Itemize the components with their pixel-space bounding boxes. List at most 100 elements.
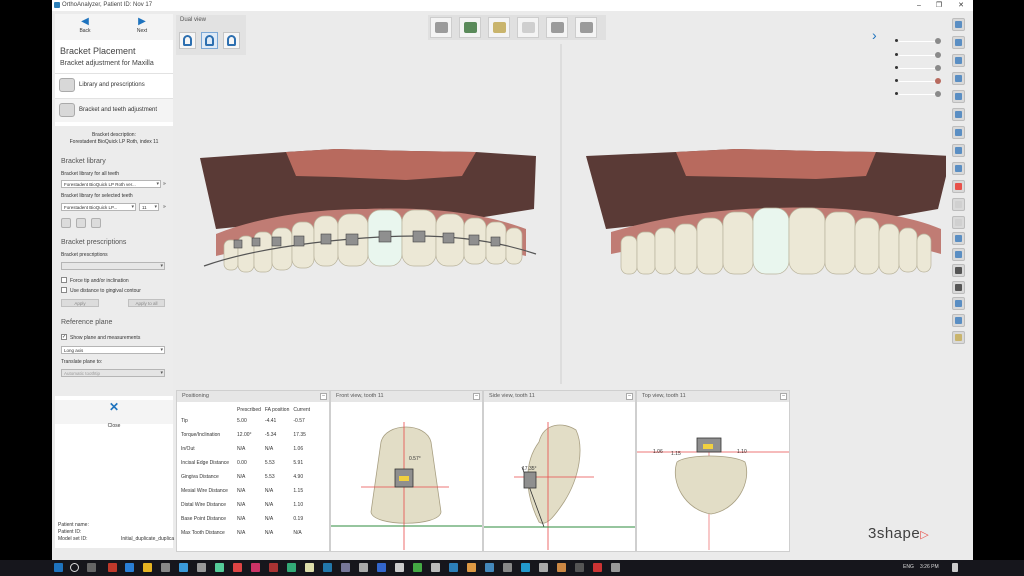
expand-icon[interactable]: » <box>163 204 166 210</box>
view-tool-15[interactable] <box>952 264 965 277</box>
view-tool-9[interactable] <box>952 162 965 175</box>
app-icon[interactable] <box>359 563 368 572</box>
slider-knob[interactable] <box>935 38 941 44</box>
app-icon[interactable] <box>521 563 530 572</box>
left-model[interactable] <box>200 149 537 273</box>
view-tool-6[interactable] <box>952 108 965 121</box>
slider-knob[interactable] <box>935 52 941 58</box>
view-tool-7[interactable] <box>952 126 965 139</box>
visibility-slider-base[interactable] <box>895 91 945 97</box>
view-tool-12[interactable] <box>952 216 965 229</box>
view-tool-14[interactable] <box>952 248 965 261</box>
model-view-button[interactable] <box>430 17 452 38</box>
tooth-view-button[interactable] <box>488 17 510 38</box>
app-icon[interactable] <box>467 563 476 572</box>
use-distance-checkbox[interactable] <box>61 287 67 293</box>
expand-icon[interactable]: » <box>163 181 166 187</box>
slider-knob[interactable] <box>935 91 941 97</box>
show-plane-checkbox[interactable]: ✓ <box>61 334 67 340</box>
next-button[interactable]: ▶ Next <box>117 16 167 40</box>
visibility-slider-brackets[interactable] <box>895 52 945 58</box>
app-icon[interactable] <box>611 563 620 572</box>
prescriptions-select[interactable]: ▾ <box>61 262 165 270</box>
wire-view-button[interactable] <box>517 17 539 38</box>
settings-view-button[interactable] <box>575 17 597 38</box>
start-icon[interactable] <box>54 563 63 572</box>
view-tool-1[interactable] <box>952 18 965 31</box>
view-tool-2[interactable] <box>952 36 965 49</box>
view-tool-4[interactable] <box>952 72 965 85</box>
library-all-select[interactable]: Forestadent BioQuick LP Roth ver... ▾ <box>61 180 161 188</box>
view-tool-16[interactable] <box>952 281 965 294</box>
app-icon[interactable] <box>233 563 242 572</box>
search-icon[interactable] <box>70 563 79 572</box>
slider-knob[interactable] <box>935 78 941 84</box>
app-icon[interactable] <box>395 563 404 572</box>
model-viewport[interactable] <box>176 44 946 384</box>
library-selected-select[interactable]: Forestadent BioQuick LP... ▾ <box>61 203 136 211</box>
apply-button[interactable]: Apply <box>61 299 99 307</box>
app-icon[interactable] <box>215 563 224 572</box>
maximize-button[interactable]: ❐ <box>932 0 946 11</box>
app-icon[interactable] <box>557 563 566 572</box>
step-adjustment[interactable]: Bracket and teeth adjustment <box>55 98 173 122</box>
gum-view-button[interactable] <box>459 17 481 38</box>
plane-type-select[interactable]: Long axis ▾ <box>61 346 165 354</box>
minimize-panel-button[interactable]: – <box>626 393 633 400</box>
view-tool-11[interactable] <box>952 198 965 211</box>
app-icon[interactable] <box>575 563 584 572</box>
explorer-icon[interactable] <box>143 563 152 572</box>
right-model[interactable] <box>586 149 946 275</box>
minimize-panel-button[interactable]: – <box>320 393 327 400</box>
app-icon[interactable] <box>485 563 494 572</box>
bracket-tool-icon[interactable] <box>61 218 71 228</box>
apply-all-button[interactable]: Apply to all <box>128 299 165 307</box>
app-icon[interactable] <box>449 563 458 572</box>
view-tool-10[interactable] <box>952 180 965 193</box>
minimize-button[interactable]: – <box>912 0 926 11</box>
app-icon[interactable] <box>377 563 386 572</box>
tooth-index-select[interactable]: 11 ▾ <box>139 203 159 211</box>
slider-knob[interactable] <box>935 65 941 71</box>
app-icon[interactable] <box>431 563 440 572</box>
app-icon[interactable] <box>305 563 314 572</box>
app-icon[interactable] <box>287 563 296 572</box>
app-icon[interactable] <box>251 563 260 572</box>
translate-select[interactable]: Automatic toothtip ▾ <box>61 369 165 377</box>
step-library[interactable]: Library and prescriptions <box>55 73 173 97</box>
view-tool-18[interactable] <box>952 314 965 327</box>
app-icon[interactable] <box>197 563 206 572</box>
view-tool-17[interactable] <box>952 297 965 310</box>
visibility-slider-wire[interactable] <box>895 65 945 71</box>
view-tool-8[interactable] <box>952 144 965 157</box>
app-icon[interactable] <box>179 563 188 572</box>
view-tool-13[interactable] <box>952 232 965 245</box>
front-view-canvas[interactable]: 0.57° <box>331 402 482 552</box>
close-window-button[interactable]: ✕ <box>954 0 968 11</box>
app-icon[interactable] <box>108 563 117 572</box>
top-view-canvas[interactable]: 1.06 1.15 1.10 <box>637 402 789 552</box>
minimize-panel-button[interactable]: – <box>473 393 480 400</box>
view-tool-3[interactable] <box>952 54 965 67</box>
app-icon[interactable] <box>269 563 278 572</box>
minimize-panel-button[interactable]: – <box>780 393 787 400</box>
app-icon[interactable] <box>503 563 512 572</box>
app-icon[interactable] <box>161 563 170 572</box>
app-icon[interactable] <box>593 563 602 572</box>
visibility-slider-gingiva[interactable] <box>895 78 945 84</box>
view-tool-5[interactable] <box>952 90 965 103</box>
clock[interactable]: 3:26 PM <box>920 564 939 570</box>
back-button[interactable]: ◀ Back <box>60 16 110 40</box>
task-view-icon[interactable] <box>87 563 96 572</box>
delete-icon[interactable] <box>91 218 101 228</box>
app-icon[interactable] <box>323 563 332 572</box>
app-icon[interactable] <box>341 563 350 572</box>
side-view-canvas[interactable]: 17.35° <box>484 402 635 552</box>
view-tool-19[interactable] <box>952 331 965 344</box>
force-tip-checkbox[interactable] <box>61 277 67 283</box>
app-icon[interactable] <box>539 563 548 572</box>
close-button[interactable]: ✕ Close <box>55 400 173 429</box>
visibility-slider-teeth[interactable] <box>895 38 945 44</box>
bracket-view-button[interactable] <box>546 17 568 38</box>
edge-icon[interactable] <box>125 563 134 572</box>
